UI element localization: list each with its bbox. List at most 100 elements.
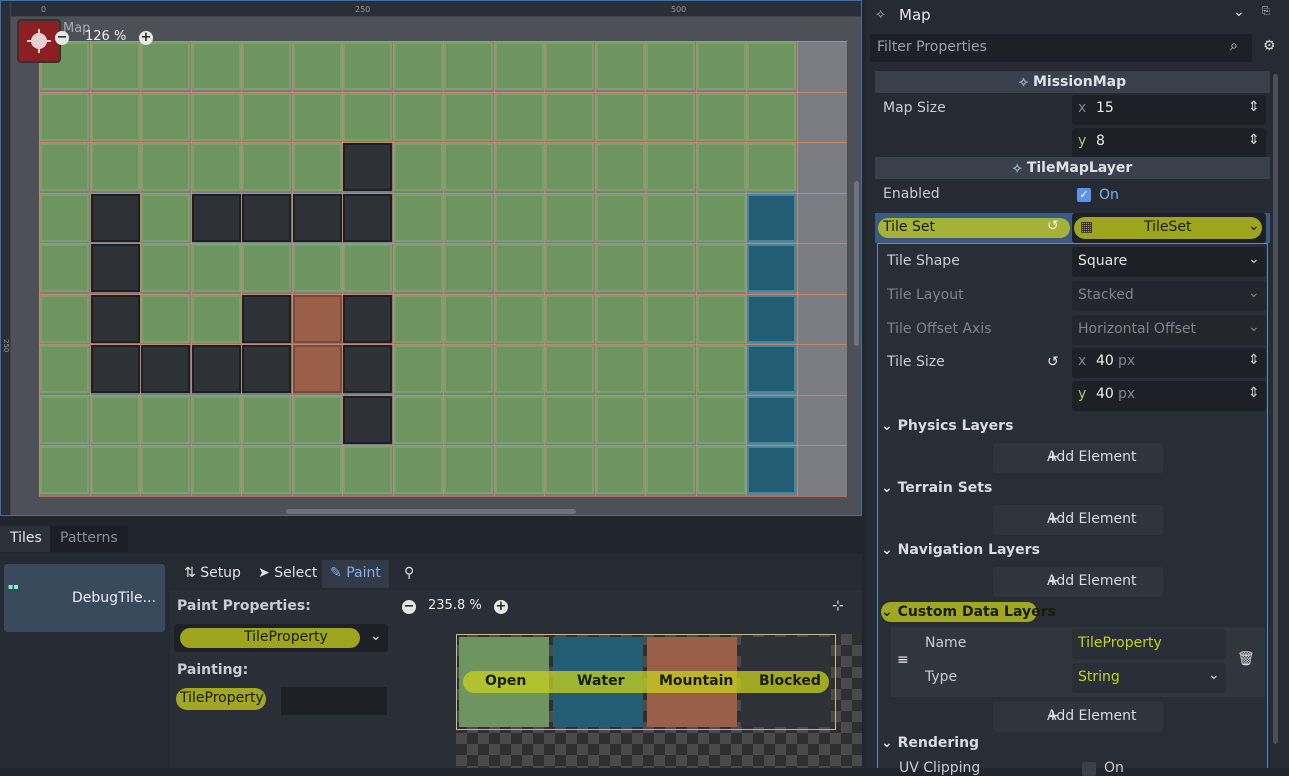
add-element-button[interactable]: + Add Element — [993, 567, 1163, 597]
add-element-button[interactable]: + Add Element — [993, 702, 1163, 732]
blocked-tile[interactable] — [343, 345, 392, 393]
grass-tile[interactable] — [444, 446, 493, 494]
grass-tile[interactable] — [646, 92, 695, 141]
drag-handle-icon[interactable]: ≡ — [897, 652, 909, 668]
grass-tile[interactable] — [343, 244, 392, 292]
grass-tile[interactable] — [444, 42, 493, 90]
cd-name-field[interactable]: TileProperty — [1072, 629, 1226, 659]
grass-tile[interactable] — [141, 143, 190, 191]
grass-tile[interactable] — [292, 143, 342, 191]
water-tile[interactable] — [747, 446, 796, 494]
blocked-tile[interactable] — [343, 294, 392, 343]
terrain-sets-section[interactable]: ⌄ Terrain Sets — [881, 480, 992, 496]
grass-tile[interactable] — [242, 446, 291, 494]
paint-tool-button[interactable]: ✎ Paint — [322, 560, 389, 588]
grass-tile[interactable] — [595, 193, 645, 242]
grass-tile[interactable] — [191, 395, 241, 444]
grass-tile[interactable] — [494, 446, 544, 494]
grass-tile[interactable] — [747, 42, 796, 90]
physics-layers-section[interactable]: ⌄ Physics Layers — [881, 418, 1013, 434]
grass-tile[interactable] — [141, 92, 190, 141]
grass-tile[interactable] — [90, 395, 140, 444]
grass-tile[interactable] — [595, 42, 645, 90]
tile-layout-select[interactable]: Stacked ⌄ — [1072, 281, 1266, 311]
blocked-tile[interactable] — [90, 244, 140, 292]
grass-tile[interactable] — [242, 395, 291, 444]
grass-tile[interactable] — [545, 244, 594, 292]
zoom-in-button[interactable]: + — [139, 31, 153, 45]
grass-tile[interactable] — [595, 395, 645, 444]
blocked-tile[interactable] — [343, 143, 392, 191]
grass-tile[interactable] — [494, 244, 544, 292]
grass-tile[interactable] — [343, 446, 392, 494]
mountain-tile[interactable] — [292, 294, 342, 343]
grass-tile[interactable] — [292, 446, 342, 494]
map-size-y-field[interactable]: y 8 ⇕ — [1072, 128, 1266, 158]
grass-tile[interactable] — [696, 395, 746, 444]
grass-tile[interactable] — [40, 294, 89, 343]
grass-tile[interactable] — [646, 446, 695, 494]
grass-tile[interactable] — [494, 193, 544, 242]
grass-tile[interactable] — [90, 446, 140, 494]
spinner-icon[interactable]: ⇕ — [1248, 352, 1260, 368]
grass-tile[interactable] — [595, 345, 645, 393]
inspector-scrollbar[interactable] — [1273, 74, 1278, 744]
grass-tile[interactable] — [696, 345, 746, 393]
spinner-icon[interactable]: ⇕ — [1248, 99, 1260, 115]
grass-tile[interactable] — [494, 143, 544, 191]
blocked-tile[interactable] — [141, 345, 190, 393]
tile-atlas-view[interactable]: − 235.8 % + ⊹ Open Water Mountain Blocke… — [392, 590, 862, 768]
grass-tile[interactable] — [545, 193, 594, 242]
water-tile[interactable] — [747, 294, 796, 343]
grass-tile[interactable] — [141, 446, 190, 494]
grass-tile[interactable] — [545, 294, 594, 343]
grass-tile[interactable] — [40, 446, 89, 494]
grass-tile[interactable] — [494, 92, 544, 141]
tile-set-resource[interactable]: ▦ TileSet ⌄ — [1072, 213, 1266, 243]
grass-tile[interactable] — [393, 92, 443, 141]
tab-tiles[interactable]: Tiles — [0, 526, 52, 552]
blocked-tile[interactable] — [90, 345, 140, 393]
grass-tile[interactable] — [494, 42, 544, 90]
grass-tile[interactable] — [646, 395, 695, 444]
grass-tile[interactable] — [696, 244, 746, 292]
grass-tile[interactable] — [393, 395, 443, 444]
tools-icon[interactable]: ⚙ — [1263, 38, 1276, 54]
grass-tile[interactable] — [545, 143, 594, 191]
grass-tile[interactable] — [747, 92, 796, 141]
uv-clipping-checkbox[interactable] — [1082, 762, 1096, 776]
water-tile[interactable] — [747, 244, 796, 292]
grass-tile[interactable] — [444, 345, 493, 393]
grass-tile[interactable] — [646, 294, 695, 343]
grass-tile[interactable] — [444, 92, 493, 141]
grass-tile[interactable] — [40, 244, 89, 292]
grass-tile[interactable] — [141, 42, 190, 90]
grass-tile[interactable] — [40, 92, 89, 141]
grass-tile[interactable] — [646, 143, 695, 191]
grass-tile[interactable] — [696, 294, 746, 343]
grass-tile[interactable] — [494, 294, 544, 343]
grass-tile[interactable] — [595, 92, 645, 141]
blocked-tile[interactable] — [191, 345, 241, 393]
grass-tile[interactable] — [494, 345, 544, 393]
grass-tile[interactable] — [141, 193, 190, 242]
grass-tile[interactable] — [292, 395, 342, 444]
blocked-tile[interactable] — [90, 193, 140, 242]
grass-tile[interactable] — [696, 92, 746, 141]
grass-tile[interactable] — [646, 193, 695, 242]
navigation-layers-section[interactable]: ⌄ Navigation Layers — [881, 542, 1040, 558]
grass-tile[interactable] — [393, 446, 443, 494]
chevron-down-icon[interactable]: ⌄ — [1233, 4, 1245, 20]
grass-tile[interactable] — [444, 193, 493, 242]
grass-tile[interactable] — [444, 143, 493, 191]
grass-tile[interactable] — [292, 42, 342, 90]
grass-tile[interactable] — [191, 244, 241, 292]
grass-tile[interactable] — [595, 294, 645, 343]
revert-icon[interactable]: ↺ — [1047, 218, 1059, 234]
grass-tile[interactable] — [444, 244, 493, 292]
atlas-zoom-out-button[interactable]: − — [402, 600, 416, 614]
revert-icon[interactable]: ↺ — [1047, 354, 1059, 370]
grass-tile[interactable] — [343, 42, 392, 90]
blocked-tile[interactable] — [90, 294, 140, 343]
water-tile[interactable] — [747, 395, 796, 444]
